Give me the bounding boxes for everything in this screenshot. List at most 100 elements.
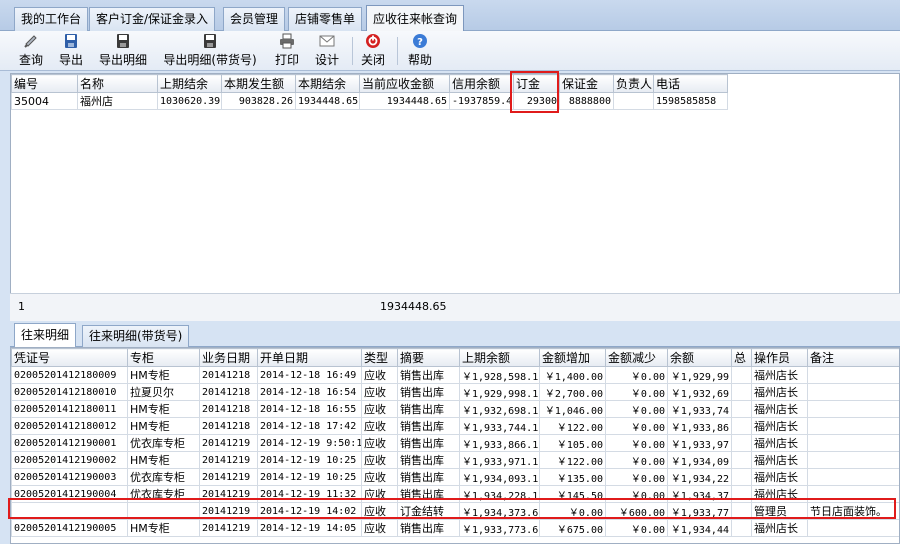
cell-remark [807,519,899,537]
query-button[interactable]: 查询 [15,33,47,69]
header-balance[interactable]: 余额 [667,348,732,367]
table-row[interactable]: 02005201412180009 HM专柜 20141218 2014-12-18 … [11,366,899,384]
header-prev-balance[interactable]: 上期余额 [459,348,540,367]
help-button[interactable]: ? 帮助 [405,33,435,69]
cell-bill-date: 2014-12-18 16:54 [257,383,362,401]
tab-detail-sku[interactable]: 往来明细(带货号) [82,325,190,347]
header-code[interactable]: 编号 [11,74,78,93]
cell-voucher: 02005201412190004 [11,485,128,503]
table-row[interactable]: 02005201412190005 HM专柜 20141219 2014-12-19 … [11,519,899,537]
header-name[interactable]: 名称 [77,74,158,93]
cell-voucher [11,502,128,520]
cell-increase: ￥135.00 [539,468,606,486]
cell-decrease: ￥0.00 [605,434,668,452]
design-button[interactable]: 设计 [312,33,342,69]
cell-summary: 销售出库 [397,400,460,418]
cell-total [731,451,752,469]
cell-counter: HM专柜 [127,417,200,435]
cell-operator: 福州店长 [751,434,808,452]
table-row[interactable]: 02005201412180011 HM专柜 20141218 2014-12-18 … [11,400,899,418]
cell-decrease: ￥0.00 [605,468,668,486]
cell-summary: 销售出库 [397,519,460,537]
cell-prev-balance: ￥1,928,598.1 [459,366,540,384]
cell-bill-date: 2014-12-19 10:25 [257,468,362,486]
summary-grid: 编号 名称 上期结余 本期发生额 本期结余 当前应收金额 信用余额 订金 保证金… [10,73,900,321]
header-deposit[interactable]: 订金 [513,74,560,93]
detail-table: 凭证号 专柜 业务日期 开单日期 类型 摘要 上期余额 金额增加 金额减少 余额总操作员 备注 02… [11,348,899,537]
cell-voucher: 02005201412190003 [11,468,128,486]
table-row[interactable]: 02005201412190001 优衣库专柜 20141219 2014-12-19… [11,434,899,452]
cell-bill-date: 2014-12-19 10:25 [257,451,362,469]
cell-increase: ￥0.00 [539,502,606,520]
header-type[interactable]: 类型 [361,348,398,367]
summary-header-row: 编号 名称 上期结余 本期发生额 本期结余 当前应收金额 信用余额 订金 保证金… [11,74,728,93]
cell-total [731,502,752,520]
cell-decrease: ￥600.00 [605,502,668,520]
header-increase[interactable]: 金额增加 [539,348,606,367]
table-row[interactable]: 02005201412180012 HM专柜 20141218 2014-12-18 … [11,417,899,435]
table-row[interactable]: 02005201412190002 HM专柜 20141219 2014-12-19 … [11,451,899,469]
export-button[interactable]: 导出 [56,33,86,69]
tab-detail[interactable]: 往来明细 [14,323,77,347]
cell-operator: 福州店长 [751,468,808,486]
detail-grid: 凭证号 专柜 业务日期 开单日期 类型 摘要 上期余额 金额增加 金额减少 余额总操作员 备注 02… [10,347,900,544]
table-row[interactable]: 20141219 2014-12-19 14:02 应收 订金结转 ￥1,934,373… [11,502,899,520]
header-guarantee[interactable]: 保证金 [559,74,614,93]
export-detail-sku-button[interactable]: 导出明细(带货号) [161,33,259,69]
cell-summary: 销售出库 [397,485,460,503]
header-operator[interactable]: 操作员 [751,348,808,367]
cell-type: 应收 [361,468,398,486]
print-label: 打印 [274,53,299,67]
tab-store-retail[interactable]: 店铺零售单 [288,7,363,31]
cell-prev-balance: ￥1,934,228.1 [459,485,540,503]
cell-voucher: 02005201412190005 [11,519,128,537]
header-counter[interactable]: 专柜 [127,348,200,367]
cell-increase: ￥122.00 [539,451,606,469]
header-period-balance[interactable]: 本期结余 [295,74,360,93]
export-detail-sku-label: 导出明细(带货号) [163,53,257,67]
cell-type: 应收 [361,366,398,384]
tab-customer-deposit[interactable]: 客户订金/保证金录入 [89,7,216,31]
tab-receivables-query[interactable]: 应收往来帐查询 [366,5,465,32]
header-credit-balance[interactable]: 信用余额 [449,74,514,93]
cell-business-date: 20141219 [199,502,258,520]
close-button[interactable]: 关闭 [358,33,388,69]
cell-decrease: ￥0.00 [605,451,668,469]
header-total[interactable]: 总 [731,348,752,367]
help-label: 帮助 [407,53,432,67]
table-row[interactable]: 02005201412180010 拉夏贝尔 20141218 2014-12-18 … [11,383,899,401]
header-decrease[interactable]: 金额减少 [605,348,668,367]
cell-increase: ￥1,046.00 [539,400,606,418]
header-current-receivable[interactable]: 当前应收金额 [359,74,450,93]
cell-business-date: 20141218 [199,383,258,401]
cell-balance: ￥1,932,69 [667,383,732,401]
cell-voucher: 02005201412190002 [11,451,128,469]
help-icon: ? [412,33,428,49]
cell-balance: ￥1,929,99 [667,366,732,384]
cell-business-date: 20141219 [199,451,258,469]
table-row[interactable]: 35004 福州店 1030620.39 903828.26 1934448.6… [11,92,728,110]
cell-counter: HM专柜 [127,519,200,537]
cell-balance: ￥1,933,86 [667,417,732,435]
header-prev-balance[interactable]: 上期结余 [157,74,222,93]
header-manager[interactable]: 负责人 [613,74,654,93]
tab-member-management[interactable]: 会员管理 [223,7,286,31]
table-row[interactable]: 02005201412190003 优衣库专柜 20141219 2014-12-19… [11,468,899,486]
header-business-date[interactable]: 业务日期 [199,348,258,367]
table-row[interactable]: 02005201412190004 优衣库专柜 20141219 2014-12-19… [11,485,899,503]
cell-operator: 福州店长 [751,485,808,503]
print-button[interactable]: 打印 [272,33,302,69]
header-bill-date[interactable]: 开单日期 [257,348,362,367]
export-detail-label: 导出明细 [98,53,147,67]
header-summary[interactable]: 摘要 [397,348,460,367]
header-period-amount[interactable]: 本期发生额 [221,74,296,93]
export-detail-button[interactable]: 导出明细 [97,33,149,69]
header-remark[interactable]: 备注 [807,348,899,367]
cell-bill-date: 2014-12-19 14:02 [257,502,362,520]
header-voucher[interactable]: 凭证号 [11,348,128,367]
tab-workbench[interactable]: 我的工作台 [14,7,89,31]
header-phone[interactable]: 电话 [653,74,728,93]
cell-decrease: ￥0.00 [605,400,668,418]
summary-footer: 1 1934448.65 [10,293,900,321]
cell-voucher: 02005201412180012 [11,417,128,435]
